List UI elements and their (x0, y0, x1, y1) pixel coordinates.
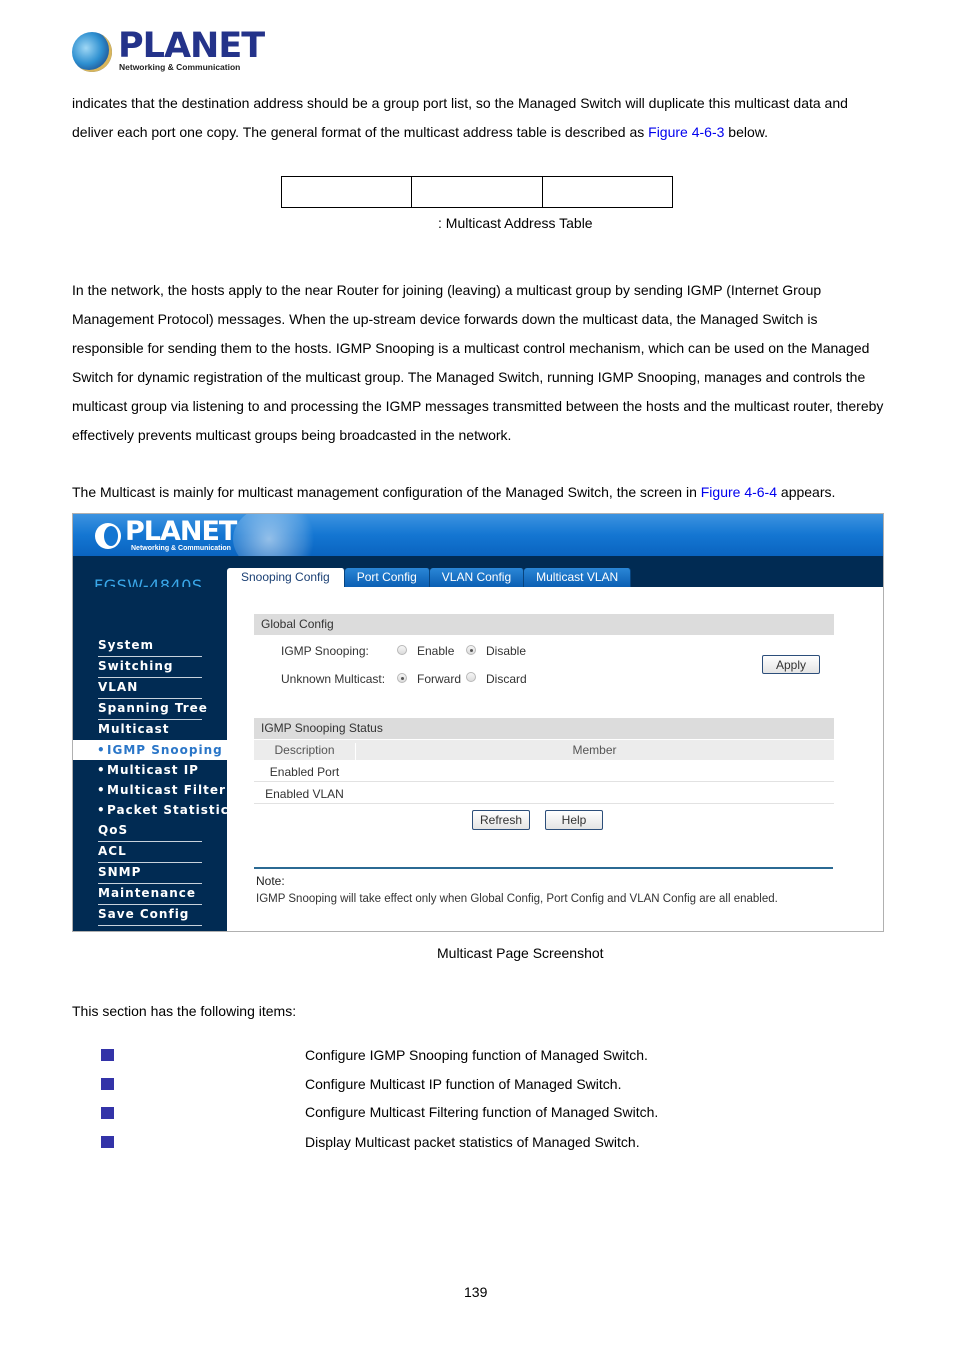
figure-4-6-3-link[interactable]: Figure 4-6-3 (648, 124, 724, 140)
paragraph-line: Switch for dynamic registration of the m… (72, 369, 866, 385)
banner-tagline: Networking & Communication (131, 545, 231, 552)
refresh-button[interactable]: Refresh (472, 810, 530, 830)
status-table-header: Description Member (254, 740, 834, 760)
igmp-disable-label: Disable (486, 644, 527, 658)
unknown-multicast-label: Unknown Multicast: (281, 672, 386, 686)
sidebar-item-vlan[interactable]: VLAN (98, 678, 202, 699)
intro-line-2: deliver each port one copy. The general … (72, 118, 892, 147)
screen-intro-text: The Multicast is mainly for multicast ma… (72, 484, 701, 500)
paragraph-line: responsible for sending them to the host… (72, 340, 870, 356)
sidebar-item-spanning-tree[interactable]: Spanning Tree (98, 699, 207, 720)
global-config-header: Global Config (254, 614, 834, 635)
sidebar-item-qos[interactable]: QoS (98, 821, 202, 842)
bullet-square-icon (101, 1049, 114, 1061)
sidebar: System Switching VLAN Spanning Tree Mult… (73, 587, 236, 931)
igmp-snooping-label: IGMP Snooping: (281, 644, 369, 658)
screen-intro-end: appears. (777, 484, 836, 500)
igmp-paragraph: In the network, the hosts apply to the n… (72, 276, 892, 450)
sidebar-item-multicast[interactable]: Multicast (98, 720, 202, 740)
sidebar-subitem-multicast-ip[interactable]: •Multicast IP (73, 760, 227, 780)
logo-tagline: Networking & Communication (119, 62, 241, 72)
bullet-square-icon (101, 1078, 114, 1090)
tab-multicast-vlan[interactable]: Multicast VLAN (524, 568, 632, 587)
table-row: Enabled Port (254, 761, 834, 782)
igmp-status-header: IGMP Snooping Status (254, 718, 834, 739)
igmp-enable-radio[interactable] (397, 645, 407, 655)
tab-snooping-config[interactable]: Snooping Config (227, 568, 345, 587)
note-divider (254, 867, 833, 869)
item-description: Display Multicast packet statistics of M… (305, 1134, 640, 1150)
bullet-icon: • (97, 763, 106, 777)
figure-4-6-4-link[interactable]: Figure 4-6-4 (701, 484, 777, 500)
multicast-page-screenshot: PLANET Networking & Communication FGSW-4… (72, 513, 884, 932)
planet-logo-icon (95, 523, 121, 549)
main-content: Global Config IGMP Snooping: Enable Disa… (227, 587, 883, 931)
page-number: 139 (464, 1284, 488, 1300)
sidebar-subitem-label: Packet Statistics (107, 803, 237, 817)
row-description: Enabled VLAN (265, 787, 344, 801)
sidebar-subitem-label: IGMP Snooping (107, 743, 223, 757)
igmp-enable-label: Enable (417, 644, 455, 658)
address-table-cell (282, 177, 413, 207)
item-description: Configure Multicast Filtering function o… (305, 1104, 659, 1120)
unknown-forward-radio[interactable] (397, 673, 407, 683)
planet-globe-icon (72, 32, 112, 72)
sidebar-item-maintenance[interactable]: Maintenance (98, 884, 202, 905)
sidebar-item-snmp[interactable]: SNMP (98, 863, 202, 884)
address-table-cell (543, 177, 672, 207)
sidebar-subitem-igmp-snooping[interactable]: •IGMP Snooping (73, 740, 227, 760)
multicast-address-table (281, 176, 673, 208)
bullet-square-icon (101, 1136, 114, 1148)
sidebar-subitem-packet-statistics[interactable]: •Packet Statistics (73, 800, 236, 820)
unknown-discard-radio[interactable] (466, 672, 476, 682)
help-button[interactable]: Help (545, 810, 603, 830)
note-text: IGMP Snooping will take effect only when… (256, 893, 778, 905)
sidebar-item-system[interactable]: System (98, 636, 202, 657)
intro-line-1: indicates that the destination address s… (72, 95, 848, 111)
member-column-header: Member (572, 743, 617, 757)
item-description: Configure Multicast IP function of Manag… (305, 1076, 622, 1092)
sidebar-subitem-label: Multicast IP (107, 763, 199, 777)
description-column-header: Description (254, 743, 356, 760)
note-title: Note: (256, 874, 285, 888)
bullet-icon: • (97, 803, 106, 817)
item-description: Configure IGMP Snooping function of Mana… (305, 1047, 648, 1063)
unknown-forward-label: Forward (417, 672, 462, 686)
tab-port-config[interactable]: Port Config (344, 568, 430, 587)
planet-logo: PLANET Networking & Communication (72, 26, 265, 76)
bullet-square-icon (101, 1107, 114, 1119)
bullet-icon: • (97, 743, 106, 757)
sidebar-subitem-multicast-filter[interactable]: •Multicast Filter (73, 780, 227, 800)
table-row: Enabled VLAN (254, 783, 834, 804)
paragraph-line: multicast group via listening to and pro… (72, 398, 884, 414)
sidebar-item-save-config[interactable]: Save Config (98, 905, 202, 926)
screen-intro: The Multicast is mainly for multicast ma… (72, 478, 892, 507)
intro-text-end: below. (724, 124, 768, 140)
address-table-caption: : Multicast Address Table (438, 215, 593, 231)
sidebar-item-acl[interactable]: ACL (98, 842, 202, 863)
apply-button[interactable]: Apply (762, 655, 820, 674)
sidebar-subitem-label: Multicast Filter (107, 783, 226, 797)
items-intro: This section has the following items: (72, 1003, 297, 1019)
intro-text: deliver each port one copy. The general … (72, 124, 649, 140)
paragraph-line: In the network, the hosts apply to the n… (72, 282, 822, 298)
paragraph-line: Management Protocol) messages. When the … (72, 311, 818, 327)
screenshot-caption: Multicast Page Screenshot (437, 945, 604, 961)
tab-bar: Snooping Config Port Config VLAN Config … (227, 568, 632, 587)
sidebar-item-switching[interactable]: Switching (98, 657, 202, 678)
unknown-discard-label: Discard (486, 672, 527, 686)
banner: PLANET Networking & Communication (73, 514, 883, 574)
bullet-icon: • (97, 783, 106, 797)
row-description: Enabled Port (269, 765, 340, 779)
address-table-cell (412, 177, 543, 207)
paragraph-line: effectively prevents multicast groups be… (72, 427, 512, 443)
banner-brand: PLANET (125, 516, 237, 547)
intro-paragraph: indicates that the destination address s… (72, 89, 892, 147)
tab-vlan-config[interactable]: VLAN Config (429, 568, 525, 587)
igmp-disable-radio[interactable] (466, 645, 476, 655)
logo-brand: PLANET (118, 26, 265, 66)
